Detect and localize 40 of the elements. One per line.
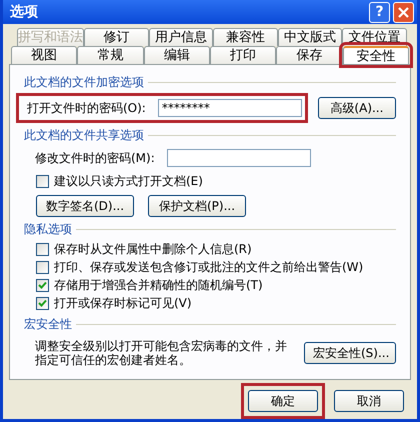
check-icon [38,299,47,307]
checkbox-label: 存储用于增强合并精确性的随机编号(T) [54,277,263,294]
checkbox[interactable] [36,296,49,310]
check-icon [38,281,47,289]
modify-password-label: 修改文件时的密码(M): [35,150,155,167]
tab[interactable]: 修订 [84,28,149,46]
close-button[interactable] [393,2,414,22]
macro-security-button[interactable]: 宏安全性(S)... [304,342,396,364]
section-title: 此文档的文件共享选项 [24,127,144,144]
checkbox[interactable] [36,278,49,292]
checkbox-label: 打印、保存或发送包含修订或批注的文件之前给出警告(W) [54,259,364,276]
tab[interactable]: 用户信息 [148,28,214,46]
dialog-button[interactable]: 保护文档(P)... [148,195,246,217]
checkbox-label: 保存时从文件属性中删除个人信息(R) [54,241,252,258]
cancel-button[interactable]: 取消 [334,390,404,412]
checkbox[interactable] [36,260,49,274]
password-label: 打开文件时的密码(O): [27,100,146,117]
tab[interactable]: 编辑 [144,46,210,64]
ok-button[interactable]: 确定 [248,390,318,412]
tab[interactable]: 保存 [276,46,343,64]
tab[interactable]: 视图 [11,46,78,64]
advanced-button[interactable]: 高级(A)... [318,97,396,119]
checkbox-label: 建议以只读方式打开文档(E) [54,173,203,190]
section-title: 宏安全性 [24,316,72,333]
macro-description: 调整安全级别以打开可能包含宏病毒的文件，并指定可信任的宏创建者姓名。 [35,339,288,367]
tab[interactable]: 打印 [210,46,276,64]
checkbox[interactable] [36,242,49,256]
tab[interactable]: 中文版式 [278,28,342,46]
checkbox[interactable] [36,174,49,188]
checkbox-label: 打开或保存时标记可见(V) [54,295,192,312]
section-title: 此文档的文件加密选项 [24,74,144,91]
tab[interactable]: 兼容性 [213,28,278,46]
window-title: 选项 [10,2,38,22]
tab[interactable]: 常规 [77,46,144,64]
password-field[interactable]: ******** [158,99,302,117]
modify-password-field[interactable] [166,149,311,167]
section-title: 隐私选项 [24,221,72,238]
close-icon [398,6,409,18]
dialog-button[interactable]: 数字签名(D)... [36,195,134,217]
help-button[interactable]: ? [369,2,390,22]
